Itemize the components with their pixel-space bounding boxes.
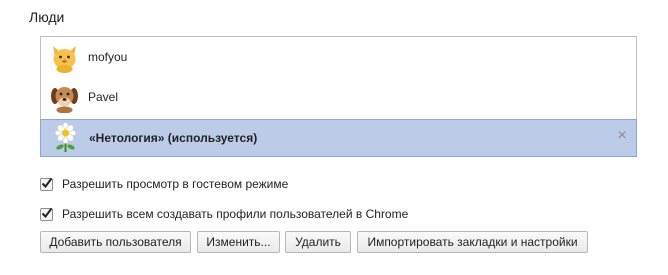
add-user-button[interactable]: Добавить пользователя xyxy=(40,231,191,253)
allow-profiles-checkbox[interactable] xyxy=(40,207,53,221)
allow-profiles-option[interactable]: Разрешить всем создавать профили пользов… xyxy=(40,206,408,222)
person-name: «Нетология» (используется) xyxy=(89,131,258,145)
guest-mode-option[interactable]: Разрешить просмотр в гостевом режиме xyxy=(40,176,288,192)
person-row-pavel[interactable]: Pavel xyxy=(41,78,636,118)
person-name: Pavel xyxy=(88,90,119,104)
import-bookmarks-button[interactable]: Импортировать закладки и настройки xyxy=(357,231,588,253)
cat-avatar-icon xyxy=(49,42,80,73)
daisy-avatar-icon xyxy=(50,122,81,153)
delete-user-button[interactable]: Удалить xyxy=(285,231,351,253)
allow-profiles-label: Разрешить всем создавать профили пользов… xyxy=(62,207,409,221)
remove-person-icon[interactable]: × xyxy=(615,128,629,144)
edit-user-button[interactable]: Изменить... xyxy=(197,231,280,253)
people-list[interactable]: mofyou Pavel «Нетология» (используется) … xyxy=(40,36,637,157)
section-title-people: Люди xyxy=(29,9,65,25)
person-row-netologiya[interactable]: «Нетология» (используется) × xyxy=(40,119,637,157)
person-row-mofyou[interactable]: mofyou xyxy=(41,38,636,78)
person-name: mofyou xyxy=(88,50,128,64)
guest-mode-label: Разрешить просмотр в гостевом режиме xyxy=(62,177,289,191)
guest-mode-checkbox[interactable] xyxy=(40,177,53,191)
dog-avatar-icon xyxy=(49,82,80,114)
